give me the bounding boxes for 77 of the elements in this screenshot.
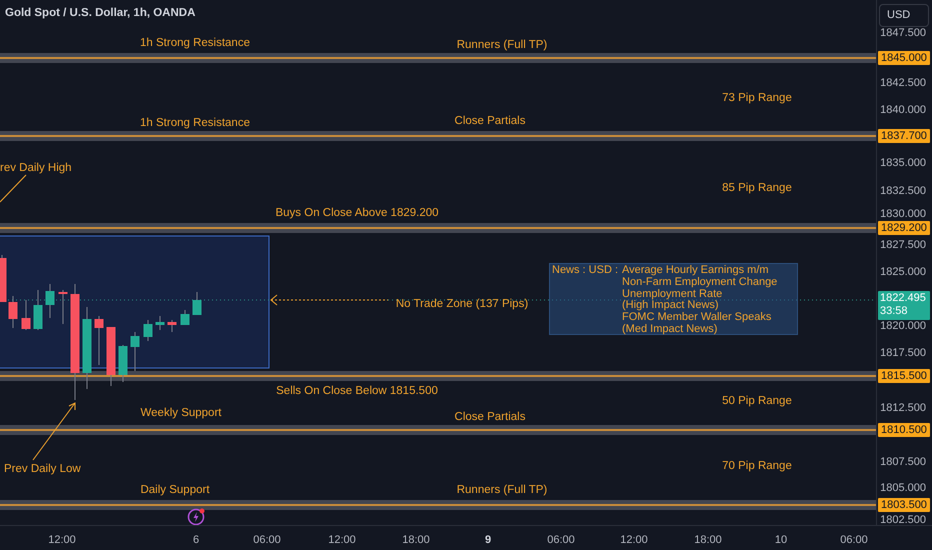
chart-label: 1h Strong Resistance [140,116,250,130]
price-label: 1827.500 [880,239,926,251]
chart-label: Close Partials [454,114,526,128]
candle [180,310,190,326]
news-item: (Med Impact News) [622,324,718,336]
time-label: 06:00 [253,533,281,548]
price-label: 1847.500 [880,27,926,39]
price-label: 1832.500 [880,185,926,197]
time-label: 6 [192,533,200,548]
news-item: FOMC Member Waller Speaks [622,312,772,324]
price-label: 1802.500 [880,514,926,526]
price-label: 1820.000 [880,320,926,332]
time-label: 06:00 [547,533,575,548]
time-label: 12:00 [48,533,76,548]
candle [58,290,68,324]
currency-button[interactable]: USD [879,4,929,27]
candle [94,316,104,366]
lightning-icon[interactable] [187,507,207,525]
price-tag: 1829.200 [878,221,930,235]
chart-label: Weekly Support [140,406,222,420]
time-label: 9 [484,533,492,548]
leader-line [0,174,26,202]
candle [118,344,128,382]
chart-label: rev Daily High [0,161,72,175]
price-tag: 1810.500 [878,423,930,437]
chart-label: Runners (Full TP) [456,483,548,497]
news-item: Non-Farm Employment Change [622,276,778,289]
chart-label: No Trade Zone (137 Pips) [396,297,528,311]
time-label: 10 [774,533,788,548]
news-heading: News : USD : [552,265,618,277]
price-label: 1805.000 [880,482,926,494]
candle [8,296,18,328]
price-tag: 1837.700 [878,129,930,143]
candle [192,292,202,316]
time-label: 18:00 [694,533,722,548]
candle [130,332,140,372]
countdown: 33:58 [880,305,909,318]
candle [46,284,54,318]
chart-label: 73 Pip Range [722,91,792,105]
price-label: 1842.500 [880,77,926,89]
news-item: (High Impact News) [622,300,720,312]
price-label: 1825.000 [880,266,926,278]
price-label: 1830.000 [880,208,926,220]
chart-label: 70 Pip Range [722,459,792,473]
price-label: 1812.500 [880,402,926,414]
price-label: 1807.500 [880,456,926,468]
chart-label: 50 Pip Range [722,394,792,408]
candle [144,320,152,342]
price-label: 1817.500 [880,347,926,359]
news-item: Unemployment Rate [622,288,724,300]
candle [156,316,164,330]
candle [106,326,116,386]
chart-label: Close Partials [454,410,526,424]
price-tag: 1845.000 [878,51,930,65]
price-label: 1840.000 [880,104,926,116]
candle [34,290,42,330]
time-label: 06:00 [840,533,868,548]
chart-label: Daily Support [140,483,210,497]
leader-line [32,402,76,460]
chart-label: 1h Strong Resistance [140,36,250,50]
chart-label: Sells On Close Below 1815.500 [276,384,438,398]
candle [22,300,30,330]
candle [0,254,6,302]
chart-label: 85 Pip Range [722,181,792,195]
time-label: 18:00 [402,533,430,548]
price-label: 1835.000 [880,157,926,169]
chart-label: Prev Daily Low [4,462,81,476]
current-price: 1822.495 [880,292,927,305]
time-label: 12:00 [620,533,648,548]
chart-label: Runners (Full TP) [456,38,548,52]
news-item: Average Hourly Earnings m/m [622,265,770,277]
candle [168,320,176,332]
price-tag: 1803.500 [878,498,930,512]
price-tag: 1815.500 [878,369,930,383]
chart-title: Gold Spot / U.S. Dollar, 1h, OANDA [5,6,196,21]
chart-label: Buys On Close Above 1829.200 [275,206,439,220]
time-label: 12:00 [328,533,356,548]
